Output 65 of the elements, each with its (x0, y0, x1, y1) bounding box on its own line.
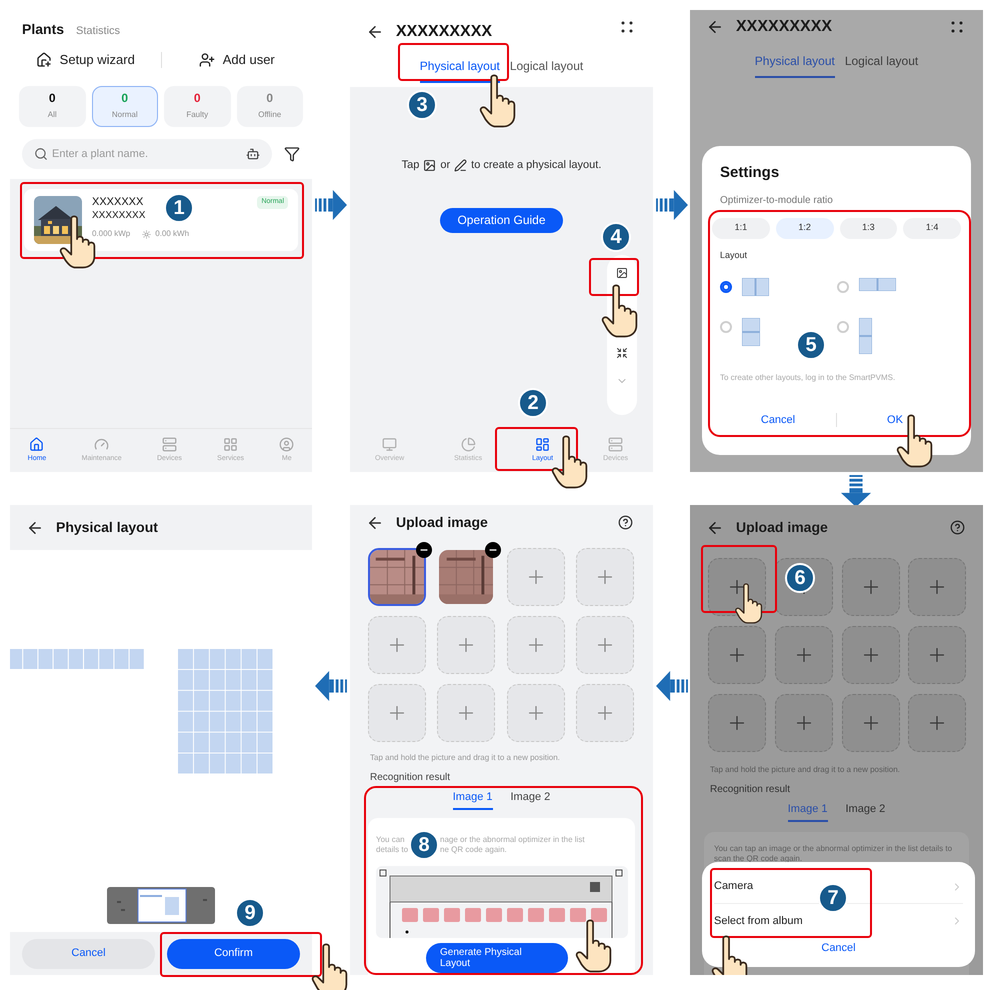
dialog-button[interactable]: Cancel (720, 412, 836, 428)
search-field[interactable]: Enter a plant name. (22, 139, 272, 169)
section-title: Recognition result (369, 771, 452, 785)
layout-label: Layout (720, 248, 748, 262)
hint-text: Tap and hold the picture and drag it to a new position. (369, 752, 561, 764)
operation-guide-button[interactable]: Operation Guide (440, 208, 563, 232)
section-title: Recognition result (709, 783, 792, 797)
sheet-option[interactable]: Select from album (714, 912, 803, 930)
screen-title: XXXXXXXXX (396, 22, 492, 42)
count-label: Faulty (186, 109, 208, 121)
count-value: 0 (266, 92, 274, 104)
screen-title: Physical layout (56, 518, 158, 537)
hint-text: Tap and hold the picture and drag it to a new position. (709, 764, 901, 776)
cancel-button[interactable]: Cancel (22, 938, 155, 968)
cancel-button[interactable]: Cancel (821, 940, 856, 956)
confirm-button[interactable]: Confirm (167, 938, 300, 968)
ratio-option[interactable]: 1:3 (840, 218, 898, 238)
dialog-button[interactable]: OK (837, 412, 953, 428)
plant-capacity: 0.000 kWp (92, 228, 130, 240)
count-label: Normal (112, 109, 138, 121)
status-filter[interactable]: 0 Faulty (164, 86, 230, 127)
hint-text: or (440, 158, 450, 173)
screen-title: Upload image (736, 518, 828, 537)
layout-note: To create other layouts, log in to the SmartPVMS. (720, 372, 896, 384)
ratio-label: Optimizer-to-module ratio (720, 194, 834, 208)
count-label: All (48, 109, 57, 121)
ratio-option[interactable]: 1:4 (903, 218, 961, 238)
status-filter[interactable]: 0 All (19, 86, 86, 127)
message-text: You can tap an image or the abnormal optimizer in the list details to scan the QR code again. (714, 844, 954, 864)
tab[interactable]: Logical layout (844, 52, 918, 78)
tab[interactable]: Statistics (76, 22, 120, 40)
ratio-option[interactable]: 1:1 (712, 218, 770, 238)
count-value: 0 (48, 92, 56, 104)
action-button[interactable]: Setup wizard (10, 50, 160, 70)
screen-title: Upload image (396, 513, 488, 532)
tab[interactable]: Image 2 (510, 789, 550, 810)
tab[interactable]: Image 2 (846, 801, 886, 822)
plant-name: XXXXXXX (92, 196, 144, 210)
hint-text: to create a physical layout. (471, 158, 602, 173)
count-label: Offline (258, 109, 282, 121)
search-input[interactable]: Enter a plant name. (52, 146, 242, 162)
ratio-option[interactable]: 1:2 (776, 218, 834, 238)
generate-layout-button[interactable]: Generate Physical Layout (426, 943, 568, 973)
step-number: 5 (796, 330, 826, 360)
tab[interactable]: Plants (22, 19, 64, 40)
count-value: 0 (194, 92, 201, 104)
plant-energy: 0.00 kWh (155, 228, 190, 240)
plant-address: XXXXXXXX (92, 210, 146, 222)
message-text: details to (376, 844, 408, 854)
tab[interactable]: Logical layout (510, 57, 584, 83)
screen-title: XXXXXXXXX (736, 17, 832, 37)
step-number: 9 (235, 898, 265, 928)
tab[interactable]: Image 1 (452, 789, 492, 810)
status-filter[interactable]: 0 Normal (92, 86, 158, 127)
count-value: 0 (121, 92, 128, 104)
message-text: nage or the abnormal optimizer in the list (440, 834, 585, 844)
sheet-option[interactable]: Camera (714, 878, 754, 895)
dialog-title: Settings (720, 163, 780, 183)
message-text: ne QR code again. (440, 844, 508, 854)
tab[interactable]: Physical layout (754, 52, 835, 78)
action-button[interactable]: Add user (162, 50, 312, 70)
step-number: 8 (409, 830, 440, 860)
hint-text: Tap (402, 158, 420, 173)
status-filter[interactable]: 0 Offline (236, 86, 303, 127)
message-text: You can (376, 834, 406, 844)
